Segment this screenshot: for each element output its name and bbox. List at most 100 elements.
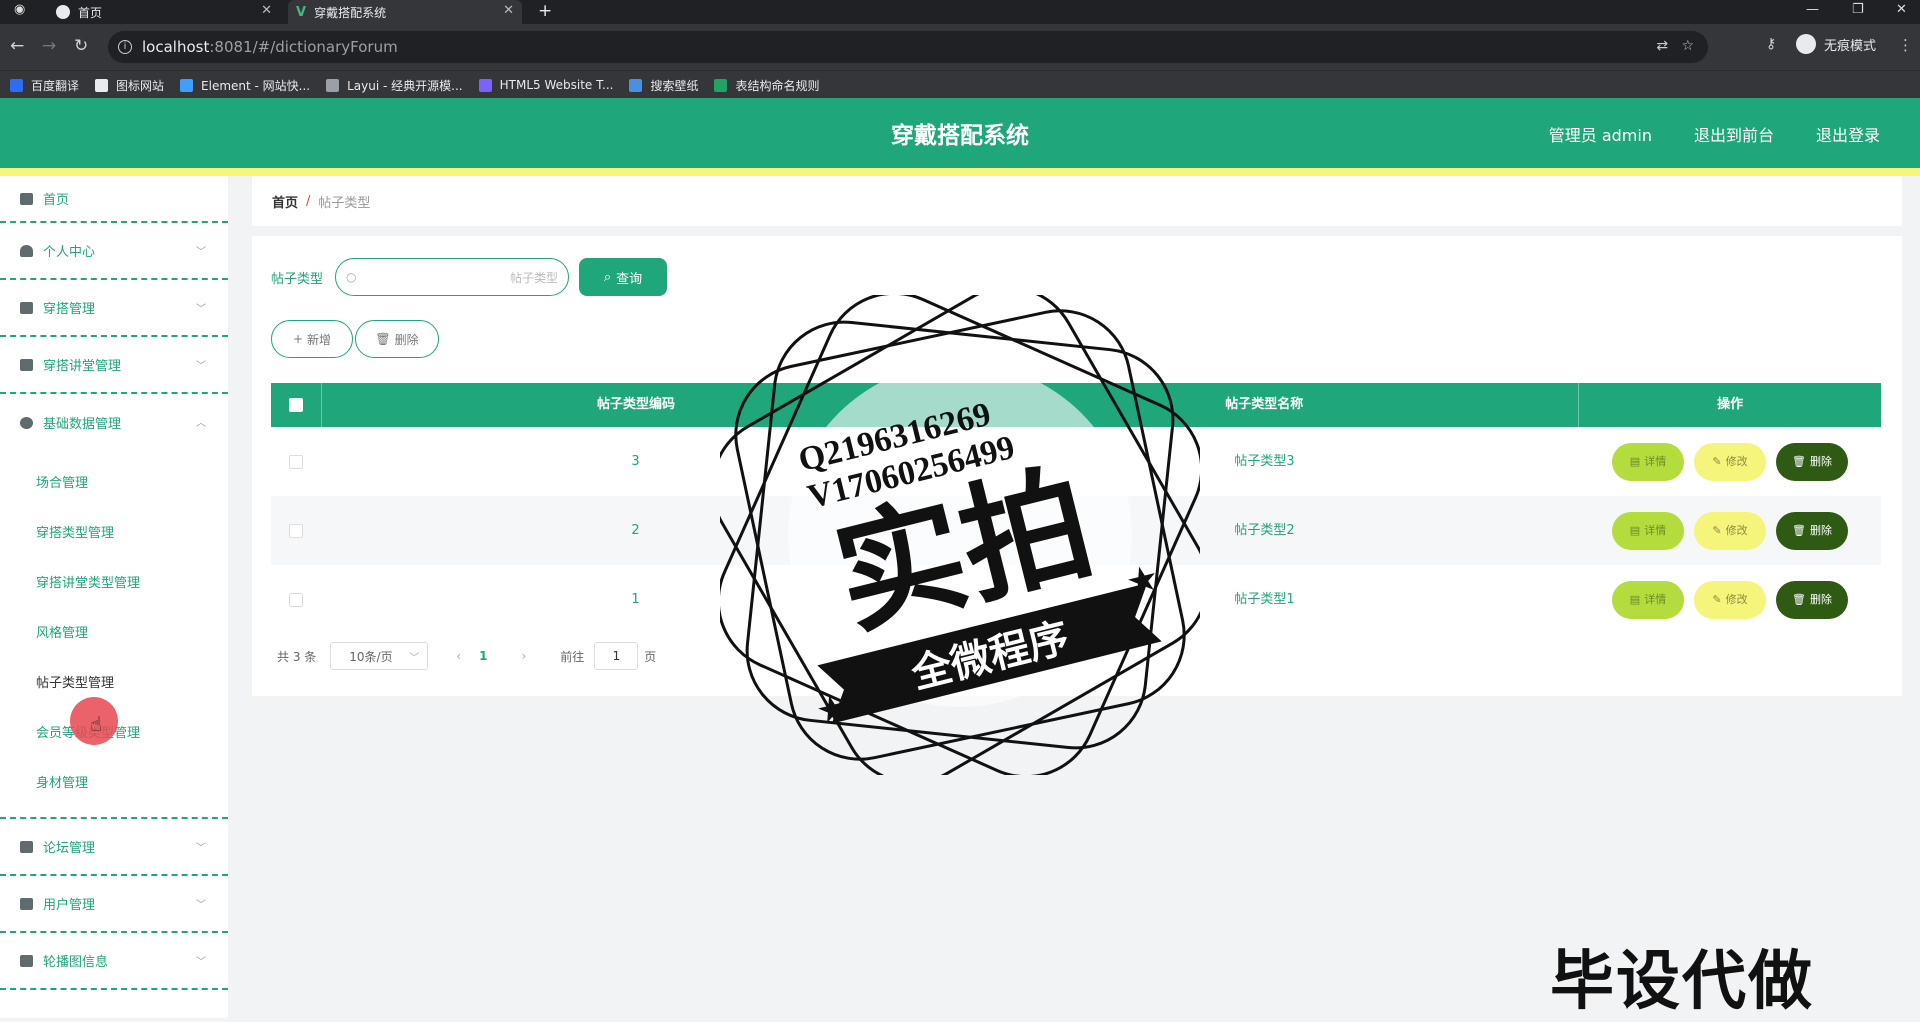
row-checkbox[interactable] [271,565,321,634]
address-bar: ← → ↻ i localhost:8081/#/dictionaryForum… [0,24,1920,70]
sidebar-sub-lecture-type[interactable]: 穿搭讲堂类型管理 [0,559,228,609]
corner-watermark: 毕设代做 [1550,945,1814,1019]
sidebar-sub-post-type[interactable]: 帖子类型管理 [0,659,228,709]
back-icon[interactable]: ← [10,36,24,56]
chevron-down-icon: ﹀ [196,304,206,315]
palette-icon [20,416,33,429]
logout-link[interactable]: 退出登录 [1816,122,1880,146]
bookmark-icon [326,78,340,92]
trash-icon: 🗑 [1792,455,1806,468]
trash-icon: 🗑 [375,332,391,346]
delete-button[interactable]: 🗑 删除 [1776,442,1848,481]
delete-button[interactable]: 🗑 删除 [1776,511,1848,550]
detail-button[interactable]: ▤ 详情 [1612,442,1684,481]
row-actions: ▤ 详情 ✎ 修改 🗑 删除 [1579,565,1881,634]
batch-delete-button[interactable]: 🗑 删除 [355,320,439,358]
select-all-checkbox[interactable] [271,383,322,427]
prev-page-icon[interactable]: ‹ [456,649,461,663]
pagination: 共 3 条 10条/页 ﹀ ‹ 1 › 前往 1 页 [277,642,656,670]
bookmark-icon [10,78,23,92]
doc-icon: ▤ [1629,455,1641,468]
header-links: 管理员 admin 退出到前台 退出登录 [1549,122,1880,146]
list-icon [20,840,33,853]
breadcrumb-home[interactable]: 首页 [272,192,298,211]
globe-icon [56,5,70,19]
detail-button[interactable]: ▤ 详情 [1612,511,1684,550]
row-checkbox[interactable] [271,427,321,496]
bookmark-item[interactable]: Element - 网站快... [180,77,310,94]
list-icon [20,301,33,314]
key-icon[interactable]: ⚷ [1766,36,1776,52]
window-close-icon[interactable]: ✕ [1896,2,1907,17]
trash-icon: 🗑 [1792,593,1806,606]
chevron-down-icon: ﹀ [196,900,206,911]
sidebar-item-carousel[interactable]: 轮播图信息 ﹀ [0,933,228,990]
reload-icon[interactable]: ↻ [74,36,88,56]
page-number[interactable]: 1 [479,649,487,663]
search-input[interactable] [366,265,561,291]
edit-icon: ✎ [1712,455,1722,468]
sidebar-item-home[interactable]: 首页 [0,176,228,223]
page-size-select[interactable]: 10条/页 ﹀ [330,642,429,670]
search-label: 帖子类型 [271,271,324,287]
url-host: localhost [142,38,210,56]
add-button[interactable]: + 新增 [271,320,353,358]
delete-button[interactable]: 🗑 删除 [1776,580,1848,619]
url-field[interactable]: i localhost:8081/#/dictionaryForum ⇄ ☆ [108,31,1708,63]
goto-page-input[interactable]: 1 [594,642,639,670]
translate-bookmark-icons[interactable]: ⇄ ☆ [1656,38,1694,54]
bookmark-item[interactable]: 表结构命名规则 [714,77,819,94]
restore-icon[interactable]: ❐ [1852,2,1864,17]
query-button[interactable]: ⌕ 查询 [579,258,668,296]
front-link[interactable]: 退出到前台 [1694,122,1774,146]
edit-icon: ✎ [1712,593,1722,606]
vue-logo-icon: V [296,4,307,20]
next-page-icon[interactable]: › [521,649,526,663]
sidebar-sub-body-shape[interactable]: 身材管理 [0,759,228,809]
trash-icon: 🗑 [1792,524,1806,537]
bookmark-item[interactable]: Layui - 经典开源模... [326,77,463,94]
user-label: 管理员 admin [1548,126,1652,145]
chevron-down-icon: ﹀ [196,957,206,968]
incognito-indicator[interactable]: 无痕模式 [1796,34,1876,54]
info-icon[interactable]: i [118,40,132,54]
browser-tab-active[interactable]: V 穿戴搭配系统 ✕ [288,0,522,24]
sidebar-item-users[interactable]: 用户管理 ﹀ [0,876,228,933]
search-icon: ⌕ [603,269,612,285]
search-box[interactable]: ○ [335,258,570,296]
sidebar-item-personal[interactable]: 个人中心 ﹀ [0,223,228,280]
bookmark-item[interactable]: 搜索壁纸 [629,77,698,94]
chevron-down-icon: ﹀ [196,247,206,258]
menu-kebab-icon[interactable]: ⋮ [1898,36,1913,54]
header-ops: 操作 [1717,397,1744,412]
browser-tab-home[interactable]: 首页 ✕ [48,0,280,24]
new-tab-icon[interactable]: + [538,1,552,21]
sidebar-item-forum[interactable]: 论坛管理 ﹀ [0,819,228,876]
close-tab-icon[interactable]: ✕ [261,3,272,18]
sidebar: 首页 个人中心 ﹀ 穿搭管理 ﹀ 穿搭讲堂管理 ﹀ 基础数据管理 ︿ 场合管理 … [0,176,228,1018]
row-checkbox[interactable] [271,496,321,565]
sidebar-sub-occasion[interactable]: 场合管理 [0,459,228,509]
sidebar-item-basic-data[interactable]: 基础数据管理 ︿ [0,394,228,451]
detail-button[interactable]: ▤ 详情 [1612,580,1684,619]
edit-button[interactable]: ✎ 修改 [1694,511,1766,550]
forward-icon[interactable]: → [42,36,56,56]
bookmark-item[interactable]: 图标网站 [95,77,164,94]
bookmark-item[interactable]: 百度翻译 [10,77,79,94]
chevron-down-icon: ﹀ [409,652,420,664]
edit-button[interactable]: ✎ 修改 [1694,580,1766,619]
row-actions: ▤ 详情 ✎ 修改 🗑 删除 [1579,496,1881,565]
pager-total: 共 3 条 [277,649,317,664]
edit-button[interactable]: ✎ 修改 [1694,442,1766,481]
bookmark-icon [714,78,728,92]
minimize-icon[interactable]: — [1806,2,1819,17]
sidebar-sub-style[interactable]: 风格管理 [0,609,228,659]
sidebar-item-lecture[interactable]: 穿搭讲堂管理 ﹀ [0,337,228,394]
grid-icon [20,897,33,910]
sidebar-item-outfits[interactable]: 穿搭管理 ﹀ [0,280,228,337]
url-path: :8081/#/dictionaryForum [209,38,398,56]
sidebar-sub-outfit-type[interactable]: 穿搭类型管理 [0,509,228,559]
incognito-icon [1796,34,1816,54]
bookmark-item[interactable]: HTML5 Website T... [478,78,613,92]
close-tab-icon[interactable]: ✕ [503,3,514,18]
